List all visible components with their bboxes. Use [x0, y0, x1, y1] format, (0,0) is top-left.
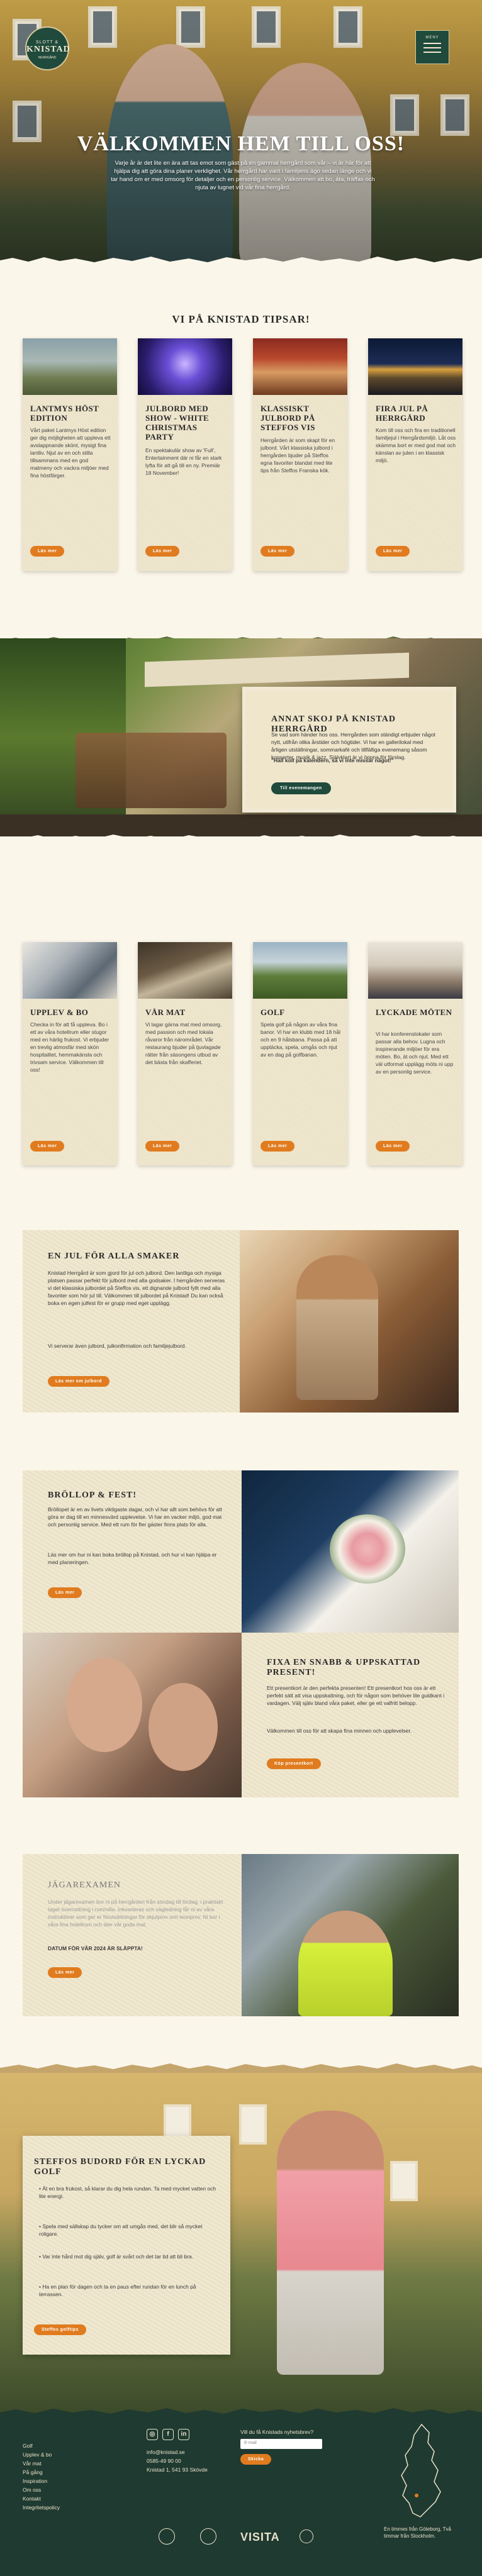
tip-card-image: [253, 338, 347, 395]
events-text: Se vad som händer hos oss. Herrgården so…: [271, 731, 435, 760]
read-more-button[interactable]: Läs mer: [376, 546, 410, 557]
visita-logo: VISITA: [240, 2531, 280, 2543]
footer-link[interactable]: Om oss: [23, 2487, 41, 2493]
footer-phone[interactable]: 0585-49 90 00: [147, 2458, 181, 2464]
woman-with-cup: [296, 1255, 378, 1400]
hunting-button[interactable]: Läs mer: [48, 1967, 82, 1978]
tip-card: KLASSISKT JULBORD PÅ STEFFOS VIS Herrgår…: [253, 338, 347, 571]
bouquet-photo: [242, 1470, 459, 1633]
events-quote: "Håll koll på kalendern, så vi inte miss…: [271, 757, 394, 763]
hero-section: SLOTT & KNISTAD HERRGÅRD MENY VÄLKOMMEN …: [0, 0, 482, 264]
footer: Golf Upplev & bo Vår mat På gång Inspira…: [0, 2415, 482, 2576]
newsletter-label: Vill du få Knistads nyhetsbrev?: [240, 2429, 314, 2435]
golf-orders-title: STEFFOS BUDORD FÖR EN LYCKAD GOLF: [34, 2157, 206, 2177]
partner-logo-icon: [300, 2529, 313, 2543]
footer-address: Knistad 1, 541 93 Skövde: [147, 2467, 208, 2473]
footer-link[interactable]: Inspiration: [23, 2478, 47, 2484]
golfer-figure: [277, 2111, 384, 2375]
service-card-image: [253, 942, 347, 999]
present-title: FIXA EN SNABB & UPPSKATTAD PRESENT!: [267, 1658, 421, 1677]
footer-link[interactable]: Vår mat: [23, 2460, 42, 2467]
pergola-roof: [145, 652, 409, 687]
christmas-panel: EN JUL FÖR ALLA SMAKER Knistad Herrgård …: [23, 1230, 240, 1413]
hunter-vest: [298, 1911, 393, 2016]
tip-card-image: [368, 338, 462, 395]
friend-face: [67, 1658, 142, 1752]
sweden-map-icon: [401, 2423, 441, 2518]
golf-orders-panel: STEFFOS BUDORD FÖR EN LYCKAD GOLF • Ät e…: [23, 2136, 230, 2355]
service-card-image: [23, 942, 117, 999]
tip-card-image: [138, 338, 232, 395]
torn-edge: [0, 835, 482, 847]
hunting-title: JÄGAREXAMEN: [48, 1880, 121, 1890]
christmas-title: EN JUL FÖR ALLA SMAKER: [48, 1252, 180, 1261]
service-card-image: [368, 942, 462, 999]
newsletter-submit-button[interactable]: Skicka: [240, 2454, 272, 2465]
facebook-icon[interactable]: f: [162, 2429, 174, 2440]
tip-card: JULBORD MED SHOW - WHITE CHRISTMAS PARTY…: [138, 338, 232, 571]
tip-card-image: [23, 338, 117, 395]
service-card: VÅR MAT Vi lagar gärna mat med omsorg, m…: [138, 942, 232, 1165]
christmas-button[interactable]: Läs mer om julbord: [48, 1376, 109, 1387]
service-card: UPPLEV & BO Checka in för att få uppleva…: [23, 942, 117, 1165]
events-box: ANNAT SKOJ PÅ KNISTAD HERRGÅRD Se vad so…: [242, 687, 456, 813]
read-more-button[interactable]: Läs mer: [261, 546, 295, 557]
hero-title: VÄLKOMMEN HEM TILL OSS!: [77, 132, 405, 155]
footer-link[interactable]: Kontakt: [23, 2496, 41, 2502]
terrace-guests: [76, 733, 227, 808]
present-button[interactable]: Köp presentkort: [267, 1758, 321, 1769]
read-more-button[interactable]: Läs mer: [30, 546, 65, 557]
wedding-panel: BRÖLLOP & FEST! Bröllopet är en av livet…: [23, 1470, 242, 1633]
partner-badge-icon: [159, 2528, 175, 2545]
read-more-button[interactable]: Läs mer: [30, 1141, 65, 1152]
footer-link[interactable]: På gång: [23, 2469, 43, 2475]
bouquet: [330, 1514, 405, 1584]
events-button[interactable]: Till evenemangen: [271, 782, 331, 794]
hunting-panel: JÄGAREXAMEN Under jägarexamen bor ni på …: [23, 1854, 242, 2016]
golf-tips-button[interactable]: Steffos golftips: [34, 2324, 86, 2335]
partner-badge-icon: [200, 2528, 216, 2545]
friend-face: [149, 1683, 218, 1771]
page: SLOTT & KNISTAD HERRGÅRD MENY VÄLKOMMEN …: [0, 0, 482, 2576]
hunter-photo: [242, 1854, 459, 2016]
service-card: GOLF Spela golf på någon av våra fina ba…: [253, 942, 347, 1165]
hero-intro: Varje år är det lite en ära att tas emot…: [111, 160, 375, 191]
wedding-title: BRÖLLOP & FEST!: [48, 1491, 137, 1500]
present-panel: FIXA EN SNABB & UPPSKATTAD PRESENT! Ett …: [242, 1633, 459, 1797]
service-card-image: [138, 942, 232, 999]
tip-card: LANTMYS HÖST EDITION Vårt paket Lantmys …: [23, 338, 117, 571]
read-more-button[interactable]: Läs mer: [145, 546, 180, 557]
friends-photo: [23, 1633, 242, 1797]
read-more-button[interactable]: Läs mer: [261, 1141, 295, 1152]
read-more-button[interactable]: Läs mer: [376, 1141, 410, 1152]
golf-order-item: • Var inte hård mot dig själv, golf är s…: [39, 2253, 194, 2260]
menu-button[interactable]: MENY: [415, 30, 449, 64]
linkedin-icon[interactable]: in: [178, 2429, 189, 2440]
instagram-icon[interactable]: ◎: [147, 2429, 158, 2440]
read-more-button[interactable]: Läs mer: [145, 1141, 180, 1152]
footer-link[interactable]: Upplev & bo: [23, 2451, 52, 2458]
map-caption: En timmes från Göteborg, Två timmar från…: [384, 2526, 452, 2539]
golf-order-item: • Ha en plan för dagen och ta en paus ef…: [39, 2284, 196, 2297]
menu-icon: [423, 43, 441, 44]
service-card: LYCKADE MÖTEN Vi har konferenslokaler so…: [368, 942, 462, 1165]
christmas-photo: [240, 1230, 459, 1413]
wedding-button[interactable]: Läs mer: [48, 1587, 82, 1598]
golf-order-item: • Spela med sällskap du tycker om att um…: [39, 2223, 203, 2237]
golf-order-item: • Ät en bra frukost, så klarar du dig he…: [39, 2185, 216, 2199]
knistad-logo[interactable]: SLOTT & KNISTAD HERRGÅRD: [25, 26, 70, 70]
tip-card: FIRA JUL PÅ HERRGÅRD Kom till oss och fi…: [368, 338, 462, 571]
footer-email[interactable]: info@knistad.se: [147, 2449, 185, 2455]
footer-link[interactable]: Golf: [23, 2443, 33, 2449]
torn-edge: [0, 257, 482, 269]
newsletter-email-input[interactable]: E-mail: [240, 2439, 322, 2449]
tips-title: VI PÅ KNISTAD TIPSAR!: [172, 313, 310, 325]
footer-link[interactable]: Integritetspolicy: [23, 2504, 60, 2511]
